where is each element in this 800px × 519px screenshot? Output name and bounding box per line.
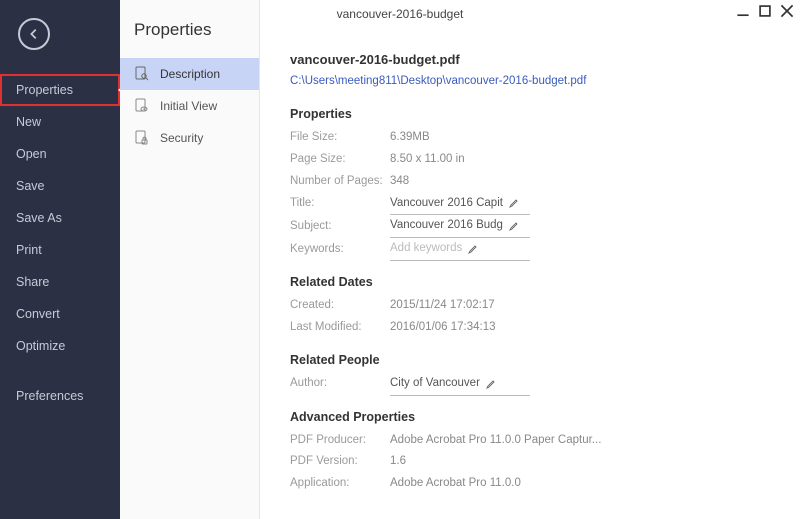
label-author: Author: [290,373,390,395]
label-created: Created: [290,295,390,317]
sidebar-item-label: Save [16,179,45,193]
tab-initial-view[interactable]: Initial View [120,90,259,122]
edit-icon [509,221,519,231]
sidebar-item-open[interactable]: Open [0,138,120,170]
back-button[interactable] [18,18,50,50]
edit-icon [486,379,496,389]
sidebar-item-save[interactable]: Save [0,170,120,202]
tab-security[interactable]: Security [120,122,259,154]
sidebar-item-convert[interactable]: Convert [0,298,120,330]
row-author: Author: City of Vancouver [290,373,770,396]
primary-sidebar: Properties New Open Save Save As Print S… [0,0,120,519]
edit-icon [509,198,519,208]
maximize-button[interactable] [758,4,772,18]
placeholder-keywords: Add keywords [390,238,462,260]
row-version: PDF Version: 1.6 [290,451,770,473]
value-author: City of Vancouver [390,373,480,395]
sidebar-item-save-as[interactable]: Save As [0,202,120,234]
tab-label: Initial View [160,99,217,113]
row-title: Title: Vancouver 2016 Capit [290,193,770,216]
row-application: Application: Adobe Acrobat Pro 11.0.0 [290,473,770,495]
sidebar-item-label: New [16,115,41,129]
sidebar-item-label: Save As [16,211,62,225]
value-page-size: 8.50 x 11.00 in [390,149,465,171]
section-properties-title: Properties [290,107,770,121]
sidebar-separator [0,362,120,380]
label-application: Application: [290,473,390,495]
title-field[interactable]: Vancouver 2016 Capit [390,193,530,216]
label-subject: Subject: [290,216,390,238]
sidebar-item-properties[interactable]: Properties [0,74,120,106]
label-version: PDF Version: [290,451,390,473]
window-controls [736,4,794,18]
secondary-title: Properties [120,0,259,58]
secondary-sidebar: Properties Description Initial View Secu… [120,0,260,519]
label-title: Title: [290,193,390,215]
row-subject: Subject: Vancouver 2016 Budg [290,215,770,238]
row-modified: Last Modified: 2016/01/06 17:34:13 [290,317,770,339]
sidebar-item-label: Print [16,243,42,257]
label-page-size: Page Size: [290,149,390,171]
tab-description[interactable]: Description [120,58,259,90]
section-advanced-title: Advanced Properties [290,410,770,424]
minimize-button[interactable] [736,4,750,18]
value-file-size: 6.39MB [390,127,430,149]
sidebar-item-label: Preferences [16,389,83,403]
content-area: vancouver-2016-budget.pdf C:\Users\meeti… [260,28,800,519]
document-filename: vancouver-2016-budget.pdf [290,52,770,67]
value-created: 2015/11/24 17:02:17 [390,295,495,317]
edit-icon [468,244,478,254]
row-created: Created: 2015/11/24 17:02:17 [290,295,770,317]
label-keywords: Keywords: [290,239,390,261]
subject-field[interactable]: Vancouver 2016 Budg [390,215,530,238]
label-modified: Last Modified: [290,317,390,339]
value-modified: 2016/01/06 17:34:13 [390,317,496,339]
row-keywords: Keywords: Add keywords [290,238,770,261]
tab-label: Security [160,131,203,145]
close-button[interactable] [780,4,794,18]
value-subject: Vancouver 2016 Budg [390,215,503,237]
sidebar-item-preferences[interactable]: Preferences [0,380,120,412]
document-path-link[interactable]: C:\Users\meeting811\Desktop\vancouver-20… [290,75,770,87]
sidebar-item-new[interactable]: New [0,106,120,138]
document-search-icon [134,66,150,82]
window-title: vancouver-2016-budget [337,7,464,21]
sidebar-item-label: Convert [16,307,60,321]
value-num-pages: 348 [390,171,409,193]
tab-label: Description [160,67,220,81]
sidebar-item-label: Share [16,275,49,289]
author-field[interactable]: City of Vancouver [390,373,530,396]
sidebar-item-label: Open [16,147,47,161]
value-producer: Adobe Acrobat Pro 11.0.0 Paper Captur... [390,430,601,452]
sidebar-item-share[interactable]: Share [0,266,120,298]
sidebar-item-print[interactable]: Print [0,234,120,266]
value-version: 1.6 [390,451,406,473]
label-num-pages: Number of Pages: [290,171,390,193]
section-people-title: Related People [290,353,770,367]
sidebar-item-label: Optimize [16,339,65,353]
label-file-size: File Size: [290,127,390,149]
label-producer: PDF Producer: [290,430,390,452]
value-application: Adobe Acrobat Pro 11.0.0 [390,473,521,495]
value-title: Vancouver 2016 Capit [390,193,503,215]
document-eye-icon [134,98,150,114]
sidebar-item-optimize[interactable]: Optimize [0,330,120,362]
keywords-field[interactable]: Add keywords [390,238,530,261]
section-dates-title: Related Dates [290,275,770,289]
row-num-pages: Number of Pages: 348 [290,171,770,193]
row-file-size: File Size: 6.39MB [290,127,770,149]
row-page-size: Page Size: 8.50 x 11.00 in [290,149,770,171]
row-producer: PDF Producer: Adobe Acrobat Pro 11.0.0 P… [290,430,770,452]
sidebar-item-label: Properties [16,83,73,97]
document-lock-icon [134,130,150,146]
